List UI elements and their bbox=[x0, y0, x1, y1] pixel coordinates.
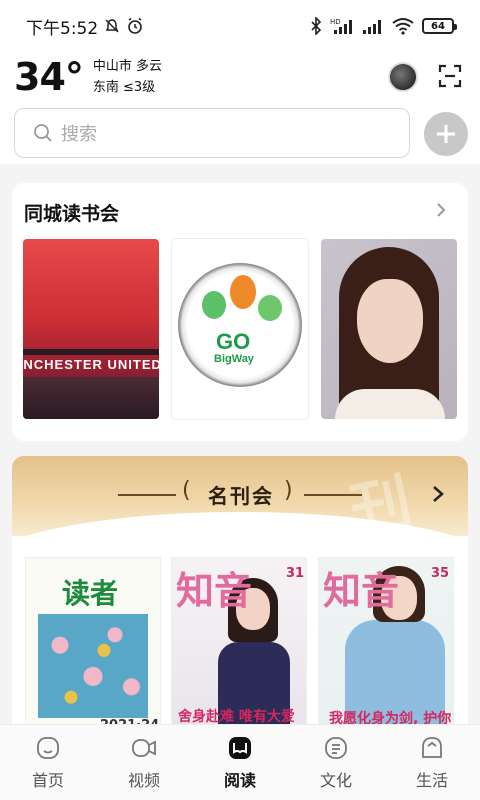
status-right: HD 64 bbox=[310, 17, 457, 35]
magazine-logo: 知音 bbox=[323, 568, 400, 613]
nav-item-read[interactable]: 阅读 bbox=[192, 725, 288, 800]
nav-label-video: 视频 bbox=[127, 770, 160, 790]
laurel-left-icon: ( bbox=[182, 478, 191, 503]
plus-icon bbox=[437, 125, 455, 143]
city-condition: 中山市 多云 bbox=[92, 59, 163, 74]
video-icon bbox=[132, 738, 156, 757]
nav-label-read: 阅读 bbox=[223, 770, 256, 790]
magazine-card: 刊 ( 名刊会 ) 读者 2021·24 知音 31 舍身赴难 唯有大爱 知音 … bbox=[12, 456, 468, 756]
nav-item-video[interactable]: 视频 bbox=[96, 725, 192, 800]
logo-figure-green-right bbox=[258, 295, 282, 321]
portrait-body bbox=[335, 389, 445, 419]
bell-off-icon bbox=[105, 19, 119, 33]
logo-figure-orange bbox=[230, 275, 256, 309]
stadium-base bbox=[23, 377, 159, 419]
logo-bigway-text: BigWay bbox=[214, 353, 254, 365]
search-input[interactable]: 搜索 bbox=[14, 108, 410, 158]
signal-hd-icon: HD bbox=[330, 18, 352, 34]
book-club-item-2[interactable]: GO BigWay bbox=[172, 239, 308, 419]
nav-item-life[interactable]: 生活 bbox=[384, 725, 480, 800]
laurel-right-icon: ) bbox=[284, 478, 293, 503]
bottom-nav: 首页 视频 阅读 文化 生活 bbox=[0, 724, 480, 800]
magazine-logo: 读者 bbox=[62, 577, 119, 610]
culture-icon bbox=[325, 736, 347, 759]
book-club-item-1[interactable]: ANCHESTER UNITED bbox=[23, 239, 159, 419]
wifi-icon bbox=[392, 18, 414, 35]
signal-icon bbox=[363, 20, 381, 34]
logo-figure-green-left bbox=[202, 291, 226, 319]
status-bar: 下午5:52 HD 64 bbox=[0, 0, 480, 52]
nav-item-culture[interactable]: 文化 bbox=[288, 725, 384, 800]
book-club-card: 同城读书会 ANCHESTER UNITED GO BigWay bbox=[12, 183, 468, 441]
add-button[interactable] bbox=[424, 112, 468, 156]
banner-deco-left bbox=[118, 494, 176, 496]
nav-label-life: 生活 bbox=[415, 770, 448, 790]
scan-icon[interactable] bbox=[436, 62, 464, 90]
search-placeholder: 搜索 bbox=[61, 124, 97, 145]
nav-label-home: 首页 bbox=[31, 770, 64, 790]
alarm-icon bbox=[128, 17, 142, 34]
read-icon bbox=[229, 736, 251, 759]
search-icon bbox=[34, 124, 52, 142]
status-time: 下午5:52 bbox=[26, 18, 99, 39]
magazine-cover-art bbox=[38, 614, 148, 718]
nav-item-home[interactable]: 首页 bbox=[0, 725, 96, 800]
battery-icon: 64 bbox=[422, 18, 457, 34]
bluetooth-icon bbox=[311, 17, 322, 35]
nav-label-culture: 文化 bbox=[319, 770, 352, 790]
search-row: 搜索 bbox=[0, 102, 480, 164]
magazine-title[interactable]: 名刊会 bbox=[208, 480, 274, 509]
life-icon bbox=[422, 736, 442, 758]
book-club-title[interactable]: 同城读书会 bbox=[24, 199, 119, 226]
svg-text:HD: HD bbox=[330, 18, 341, 26]
chevron-right-icon[interactable] bbox=[430, 484, 446, 504]
stadium-sign-text: ANCHESTER UNITED bbox=[23, 357, 159, 372]
battery-level: 64 bbox=[431, 20, 445, 32]
stadium-roof bbox=[23, 349, 159, 355]
magazine-logo: 知音 bbox=[176, 568, 253, 613]
magazine-issue: 35 bbox=[431, 566, 450, 581]
temperature[interactable]: 34° bbox=[14, 58, 84, 96]
wind-info: 东南 ≤3级 bbox=[92, 80, 156, 95]
banner-deco-right bbox=[304, 494, 362, 496]
portrait-face bbox=[357, 279, 423, 363]
logo-go-text: GO bbox=[216, 329, 251, 354]
home-icon bbox=[37, 736, 59, 759]
weather-info[interactable]: 中山市 多云 东南 ≤3级 bbox=[93, 56, 162, 98]
chevron-right-icon[interactable] bbox=[432, 201, 450, 219]
status-left: 下午5:52 bbox=[26, 14, 144, 39]
avatar[interactable] bbox=[388, 62, 418, 92]
book-club-item-3[interactable] bbox=[321, 239, 457, 419]
weather-header: 34° 中山市 多云 东南 ≤3级 bbox=[0, 52, 480, 102]
magazine-issue: 31 bbox=[286, 566, 305, 581]
